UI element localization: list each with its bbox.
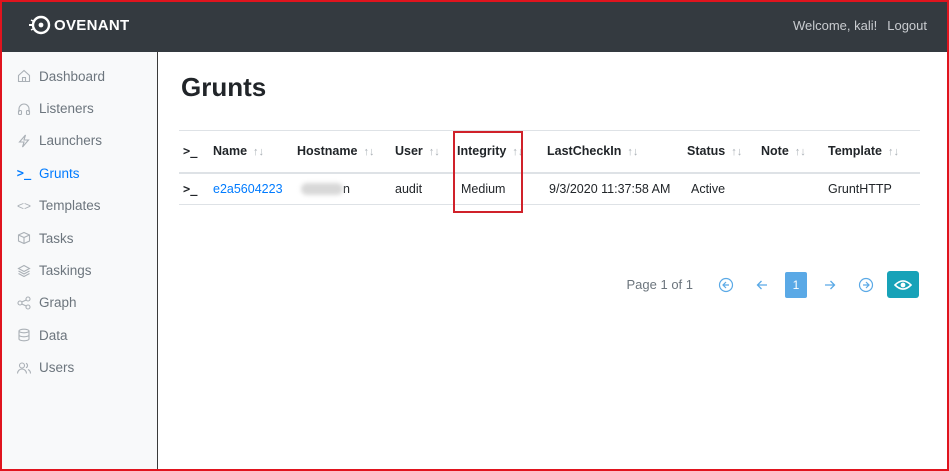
sidebar-item-label: Tasks xyxy=(39,230,74,246)
pagination: Page 1 of 1 1 xyxy=(626,271,919,298)
sort-icon[interactable]: ↑↓ xyxy=(253,146,264,158)
sidebar-item-dashboard[interactable]: Dashboard xyxy=(0,60,157,92)
column-header-hostname[interactable]: Hostname ↑↓ xyxy=(297,131,395,173)
brand-logo[interactable]: OVENANT xyxy=(28,14,129,36)
cell-name[interactable]: e2a5604223 xyxy=(213,172,297,205)
sidebar-item-data[interactable]: Data xyxy=(0,319,157,351)
sidebar-item-label: Launchers xyxy=(39,133,103,149)
sidebar-item-label: Graph xyxy=(39,295,77,311)
sidebar-item-label: Data xyxy=(39,327,68,343)
next-page-icon[interactable] xyxy=(817,272,843,298)
cell-user: audit xyxy=(395,172,457,205)
integrity-highlight-box xyxy=(453,131,523,213)
covenant-logo-icon xyxy=(29,15,51,35)
box-icon xyxy=(15,230,33,246)
eye-icon xyxy=(894,279,912,290)
table-header-row: >_ Name ↑↓ Hostname ↑↓ User ↑↓ Integrity ↑↓ … xyxy=(179,130,920,173)
sort-icon[interactable]: ↑↓ xyxy=(627,146,638,158)
last-page-icon[interactable] xyxy=(853,272,879,298)
sidebar-item-templates[interactable]: <> Templates xyxy=(0,190,157,222)
page-indicator: Page 1 of 1 xyxy=(626,277,694,292)
sidebar-item-tasks[interactable]: Tasks xyxy=(0,222,157,254)
sort-icon[interactable]: ↑↓ xyxy=(363,146,374,158)
column-header-template[interactable]: Template ↑↓ xyxy=(828,131,920,173)
column-header-note[interactable]: Note ↑↓ xyxy=(761,131,828,173)
users-icon xyxy=(15,360,33,376)
column-header-lastcheckin[interactable]: LastCheckIn ↑↓ xyxy=(547,131,687,173)
sidebar-item-label: Taskings xyxy=(39,263,92,279)
cell-status: Active xyxy=(687,172,761,205)
share-icon xyxy=(15,295,33,311)
sidebar-item-listeners[interactable]: Listeners xyxy=(0,92,157,124)
sort-icon[interactable]: ↑↓ xyxy=(429,146,440,158)
sidebar-item-label: Grunts xyxy=(39,165,80,181)
top-navbar: OVENANT Welcome, kali! Logout xyxy=(0,0,949,52)
sidebar-item-users[interactable]: Users xyxy=(0,352,157,384)
sidebar-item-label: Templates xyxy=(39,198,101,214)
prev-page-icon[interactable] xyxy=(749,272,775,298)
welcome-link[interactable]: Welcome, kali! xyxy=(793,18,877,33)
sidebar: Dashboard Listeners Launchers >_ Grunts … xyxy=(0,52,158,471)
home-icon xyxy=(15,68,33,84)
lightning-icon xyxy=(15,133,33,149)
cell-template: GruntHTTP xyxy=(828,172,920,205)
sidebar-item-label: Users xyxy=(39,360,75,376)
row-prompt-icon[interactable]: >_ xyxy=(179,172,213,205)
cell-note xyxy=(761,172,828,205)
grunt-name-link[interactable]: e2a5604223 xyxy=(213,182,283,196)
layers-icon xyxy=(15,263,33,279)
terminal-icon: >_ xyxy=(16,166,32,181)
eye-toggle-button[interactable] xyxy=(887,271,919,298)
sidebar-item-launchers[interactable]: Launchers xyxy=(0,125,157,157)
column-header-user[interactable]: User ↑↓ xyxy=(395,131,457,173)
grunts-table: >_ Name ↑↓ Hostname ↑↓ User ↑↓ Integrity ↑↓ … xyxy=(179,130,920,205)
headphones-icon xyxy=(15,101,33,117)
sort-icon[interactable]: ↑↓ xyxy=(731,146,742,158)
sidebar-item-label: Listeners xyxy=(39,101,94,117)
column-header-name[interactable]: Name ↑↓ xyxy=(213,131,297,173)
logout-link[interactable]: Logout xyxy=(887,18,927,33)
database-icon xyxy=(15,327,33,343)
brand-name: OVENANT xyxy=(54,16,130,34)
first-page-icon[interactable] xyxy=(713,272,739,298)
column-header-status[interactable]: Status ↑↓ xyxy=(687,131,761,173)
redacted-hostname xyxy=(301,183,343,196)
sort-icon[interactable]: ↑↓ xyxy=(888,146,899,158)
cell-lastcheckin: 9/3/2020 11:37:58 AM xyxy=(547,172,687,205)
sidebar-item-label: Dashboard xyxy=(39,68,106,84)
page-button-current[interactable]: 1 xyxy=(785,271,807,298)
sidebar-item-taskings[interactable]: Taskings xyxy=(0,254,157,286)
main-content: Grunts >_ Name ↑↓ Hostname ↑↓ User ↑↓ Integ… xyxy=(159,52,949,471)
prompt-column-header: >_ xyxy=(183,144,198,159)
sidebar-item-grunts[interactable]: >_ Grunts xyxy=(0,157,157,189)
code-icon: <> xyxy=(16,198,31,213)
page-title: Grunts xyxy=(181,72,267,102)
table-row[interactable]: >_ e2a5604223 n audit Medium 9/3/2020 11… xyxy=(179,172,920,205)
cell-hostname: n xyxy=(297,172,395,205)
sidebar-item-graph[interactable]: Graph xyxy=(0,287,157,319)
sort-icon[interactable]: ↑↓ xyxy=(795,146,806,158)
